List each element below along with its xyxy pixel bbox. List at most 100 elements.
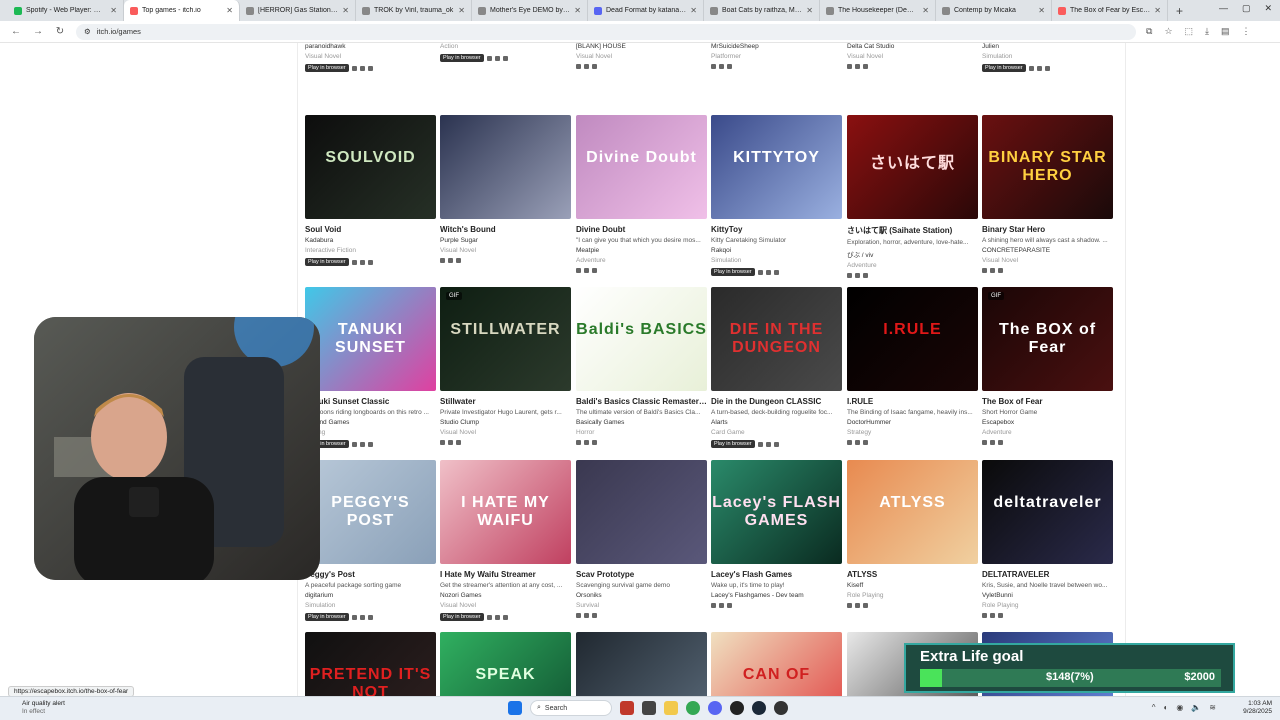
game-card[interactable]: Lacey's FLASH GAMES Lacey's Flash Games Wa…	[711, 460, 842, 608]
tab-close-icon[interactable]: ✕	[458, 6, 465, 15]
game-thumbnail[interactable]: CAN OF	[711, 632, 842, 696]
game-card[interactable]: Witch's Bound Purple Sugar Visual Novel	[440, 115, 571, 263]
browser-tab[interactable]: Spotify - Web Player: Music fo ✕	[8, 0, 124, 21]
game-author-link[interactable]: Rewind Games	[305, 419, 436, 426]
game-card[interactable]: Scav Prototype Scavenging survival game d…	[576, 460, 707, 618]
tray-app-icon-2[interactable]: ◉	[1176, 703, 1183, 712]
game-title-link[interactable]: The Box of Fear	[982, 397, 1113, 406]
game-card[interactable]: The BOX of Fear GIF The Box of Fear Short H…	[982, 287, 1113, 445]
game-card[interactable]: STILLWATER GIF Stillwater Private Investiga…	[440, 287, 571, 445]
game-card[interactable]	[576, 632, 707, 696]
game-thumbnail[interactable]: I HATE MY WAIFU	[440, 460, 571, 564]
game-thumbnail[interactable]: ATLYSS	[847, 460, 978, 564]
game-author-link[interactable]: Studio Clump	[440, 419, 571, 426]
tray-app-icon[interactable]: ◐	[1164, 703, 1169, 712]
game-card[interactable]: DIE IN THE DUNGEON Die in the Dungeon CLA…	[711, 287, 842, 448]
browser-tab[interactable]: Boat Cats by raithza, Mr.Pooh ✕	[704, 0, 820, 21]
minimize-icon[interactable]: —	[1219, 3, 1228, 14]
game-thumbnail[interactable]: さいはて駅	[847, 115, 978, 219]
game-author-link[interactable]: Escapebox	[982, 419, 1113, 426]
game-title-link[interactable]: I Hate My Waifu Streamer	[440, 570, 571, 579]
browser-tab[interactable]: [HERROR] Gas Station Case by ✕	[240, 0, 356, 21]
game-thumbnail[interactable]	[576, 632, 707, 696]
game-card[interactable]: PEGGY'S POST Peggy's Post A peaceful packa…	[305, 460, 436, 621]
game-author-link[interactable]: Meatpie	[576, 247, 707, 254]
game-card[interactable]: I HATE MY WAIFU I Hate My Waifu Streamer G…	[440, 460, 571, 621]
game-title-link[interactable]: Scav Prototype	[576, 570, 707, 579]
menu-icon[interactable]: ⋮	[1242, 26, 1251, 37]
game-author-link[interactable]: MrSuicideSheep	[711, 43, 842, 50]
tray-expand-icon[interactable]: ^	[1152, 703, 1156, 712]
browser-tab[interactable]: Mother's Eye DEMO by Manu✕	[472, 0, 588, 21]
game-thumbnail[interactable]: PRETEND IT'S NOT	[305, 632, 436, 696]
clock[interactable]: 1:03 AM 9/28/2025	[1243, 700, 1272, 716]
game-thumbnail[interactable]: PEGGY'S POST	[305, 460, 436, 564]
game-title-link[interactable]: Tanuki Sunset Classic	[305, 397, 436, 406]
game-card[interactable]: Sheepy: A Short AdventureHelp Sheepy, as…	[711, 43, 842, 69]
game-card[interactable]: deltatraveler DELTATRAVELER Kris, Susie, a…	[982, 460, 1113, 618]
tab-close-icon[interactable]: ✕	[574, 6, 581, 15]
chrome-icon[interactable]	[686, 701, 700, 715]
address-bar[interactable]: ⚙ itch.io/games	[76, 23, 1136, 40]
game-title-link[interactable]: Die in the Dungeon CLASSIC	[711, 397, 842, 406]
new-tab-button[interactable]: +	[1168, 4, 1191, 18]
game-card[interactable]: Late LaundryHandsomelessKingActionPlay i…	[440, 43, 571, 62]
game-title-link[interactable]: Soul Void	[305, 225, 436, 234]
tab-close-icon[interactable]: ✕	[1154, 6, 1161, 15]
volume-icon[interactable]: 🔈	[1191, 703, 1201, 712]
game-author-link[interactable]: Julien	[982, 43, 1113, 50]
game-card[interactable]: Baldi's BASICS Baldi's Basics Classic Rem…	[576, 287, 707, 445]
game-thumbnail[interactable]: KITTYTOY	[711, 115, 842, 219]
game-author-link[interactable]: VyletBunni	[982, 592, 1113, 599]
game-thumbnail[interactable]	[576, 460, 707, 564]
game-title-link[interactable]: Baldi's Basics Classic Remastered	[576, 397, 707, 406]
game-card[interactable]: SOULVOID Soul Void Kadabura Interactive Fic…	[305, 115, 436, 266]
game-thumbnail[interactable]: Lacey's FLASH GAMES	[711, 460, 842, 564]
app-icon-1[interactable]	[620, 701, 634, 715]
tab-close-icon[interactable]: ✕	[342, 6, 349, 15]
reload-icon[interactable]: ↻	[54, 26, 66, 37]
tab-close-icon[interactable]: ✕	[922, 6, 929, 15]
game-thumbnail[interactable]: BINARY STAR HERO	[982, 115, 1113, 219]
browser-tab[interactable]: Dead Format by katanalevy ✕	[588, 0, 704, 21]
game-thumbnail[interactable]: I.RULE	[847, 287, 978, 391]
browser-tab[interactable]: TROK by Viril, trauma_ok ✕	[356, 0, 472, 21]
game-thumbnail[interactable]: SPEAK	[440, 632, 571, 696]
site-info-icon[interactable]: ⚙	[84, 27, 91, 36]
weather-widget[interactable]: Air quality alert In effect	[22, 700, 65, 716]
game-title-link[interactable]: Witch's Bound	[440, 225, 571, 234]
game-author-link[interactable]: CONCRETEPARASITE	[982, 247, 1113, 254]
game-author-link[interactable]: Kadabura	[305, 237, 436, 244]
game-author-link[interactable]: ぴぶ / viv	[847, 249, 978, 259]
game-author-link[interactable]: Purple Sugar	[440, 237, 571, 244]
game-title-link[interactable]: I.RULE	[847, 397, 978, 406]
game-author-link[interactable]: Rakqoi	[711, 247, 842, 254]
tab-close-icon[interactable]: ✕	[806, 6, 813, 15]
game-thumbnail[interactable]: Divine Doubt	[576, 115, 707, 219]
tab-close-icon[interactable]: ✕	[226, 6, 233, 15]
tab-close-icon[interactable]: ✕	[1038, 6, 1045, 15]
obs-icon[interactable]	[730, 701, 744, 715]
game-thumbnail[interactable]: Baldi's BASICS	[576, 287, 707, 391]
game-card[interactable]: KITTYTOY KittyToy Kitty Caretaking Simulat…	[711, 115, 842, 276]
browser-tab[interactable]: Top games - itch.io ✕	[124, 0, 240, 21]
browser-tab[interactable]: Contemp by Micaka ✕	[936, 0, 1052, 21]
game-card[interactable]: KeyframesHoly shit, this is basically ju…	[576, 43, 707, 69]
app-icon-2[interactable]	[774, 701, 788, 715]
game-author-link[interactable]: Kiseff	[847, 582, 978, 589]
game-card[interactable]: さいはて駅 さいはて駅 (Saihate Station) Exploration,…	[847, 115, 978, 278]
game-card[interactable]: Little ChefA fun and cute 2D physics-bas…	[982, 43, 1113, 72]
game-author-link[interactable]: Basically Games	[576, 419, 707, 426]
game-card[interactable]: TANUKI SUNSET Tanuki Sunset Classic Raccoo…	[305, 287, 436, 448]
game-thumbnail[interactable]: TANUKI SUNSET	[305, 287, 436, 391]
game-thumbnail[interactable]: deltatraveler	[982, 460, 1113, 564]
discord-icon[interactable]	[708, 701, 722, 715]
file-explorer-icon[interactable]	[642, 701, 656, 715]
game-thumbnail[interactable]: The BOX of Fear GIF	[982, 287, 1113, 391]
back-icon[interactable]: ←	[10, 26, 22, 37]
tab-close-icon[interactable]: ✕	[110, 6, 117, 15]
install-icon[interactable]: ⧉	[1146, 26, 1152, 37]
taskbar-search[interactable]: ⌕ Search	[530, 700, 612, 716]
game-author-link[interactable]: Lacey's Flashgames - Dev team	[711, 592, 842, 599]
game-author-link[interactable]: Alarts	[711, 419, 842, 426]
